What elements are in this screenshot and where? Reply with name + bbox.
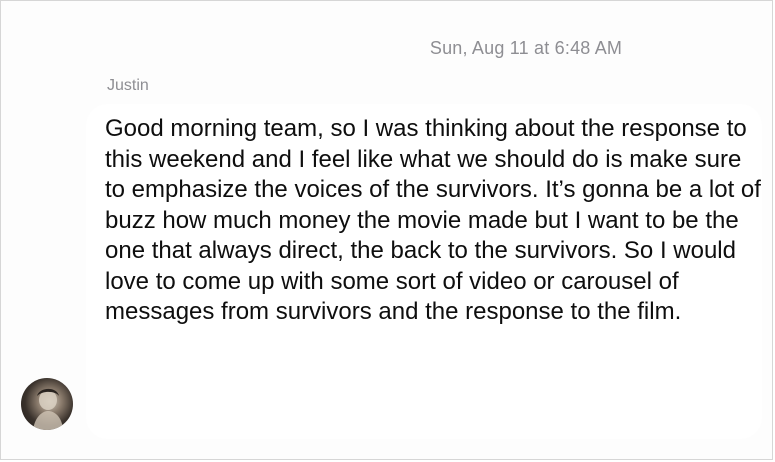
- message-text: Good morning team, so I was thinking abo…: [105, 115, 761, 325]
- avatar[interactable]: [21, 378, 73, 430]
- person-photo-icon: [33, 388, 63, 430]
- sender-name: Justin: [107, 77, 149, 94]
- chat-window: Sun, Aug 11 at 6:48 AM Justin Good morni…: [0, 0, 773, 460]
- message-timestamp: Sun, Aug 11 at 6:48 AM: [429, 38, 623, 58]
